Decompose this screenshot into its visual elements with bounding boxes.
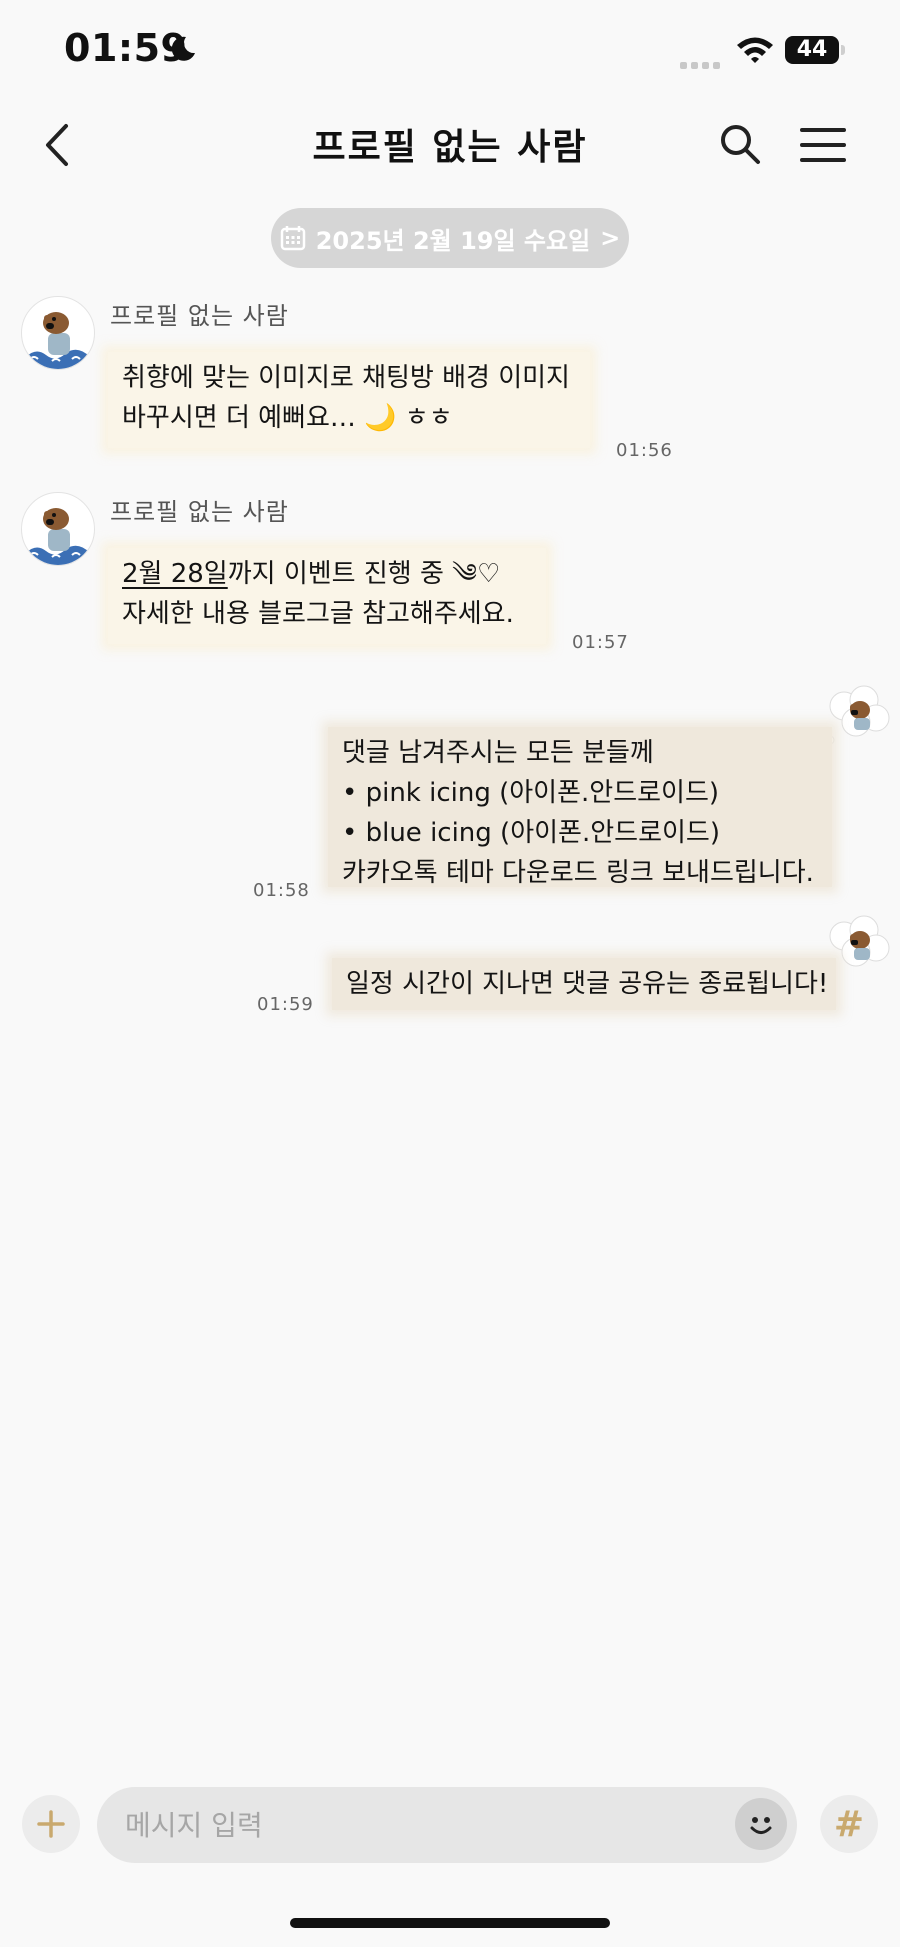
- calendar-icon: [280, 226, 305, 251]
- message-bubble[interactable]: 댓글 남겨주시는 모든 분들께 • pink icing (아이폰.안드로이드)…: [328, 727, 832, 888]
- battery-tip: [841, 45, 845, 55]
- message-line: 취향에 맞는 이미지로 채팅방 배경 이미지: [122, 363, 570, 393]
- chat-title: 프로필 없는 사람: [312, 127, 588, 168]
- message-line: • blue icing (아이폰.안드로이드): [342, 818, 720, 848]
- message-line: 댓글 남겨주시는 모든 분들께: [342, 738, 654, 768]
- menu-icon[interactable]: [800, 126, 846, 164]
- message-input-box[interactable]: [97, 1787, 797, 1863]
- wifi-icon: [737, 37, 773, 63]
- plus-icon: [37, 1810, 65, 1838]
- smiley-icon: [750, 1817, 772, 1834]
- avatar[interactable]: [21, 296, 95, 370]
- message-bubble[interactable]: 2월 28일까지 이벤트 진행 중 ༄♡ 자세한 내용 블로그글 참고해주세요.: [108, 548, 546, 644]
- event-date-link[interactable]: 2월 28일: [122, 559, 228, 589]
- message-line: • pink icing (아이폰.안드로이드): [342, 778, 720, 808]
- message-line: 일정 시간이 지나면 댓글 공유는 종료됩니다!: [346, 969, 829, 999]
- message-bubble[interactable]: 취향에 맞는 이미지로 채팅방 배경 이미지 바꾸시면 더 예뻐요… 🌙 ㅎㅎ: [108, 352, 590, 448]
- date-divider[interactable]: 2025년 2월 19일 수요일 >: [271, 208, 629, 268]
- message-line: 카카오톡 테마 다운로드 링크 보내드립니다.: [342, 858, 814, 888]
- sender-name: 프로필 없는 사람: [110, 498, 289, 526]
- cellular-signal-icon: [680, 54, 724, 73]
- message-line: 자세한 내용 블로그글 참고해주세요.: [122, 599, 514, 629]
- message-time: 01:57: [572, 632, 629, 653]
- capybara-avatar-icon: [26, 312, 90, 369]
- cloud-profile-icon[interactable]: [826, 684, 892, 746]
- capybara-avatar-icon: [26, 508, 90, 565]
- chevron-right-icon: >: [600, 224, 621, 252]
- date-label: 2025년 2월 19일 수요일: [315, 226, 591, 255]
- hashtag-search-button[interactable]: #: [820, 1795, 878, 1853]
- emoji-button[interactable]: [735, 1798, 787, 1850]
- message-time: 01:59: [257, 994, 314, 1015]
- battery-level: 44: [785, 36, 839, 64]
- sender-name: 프로필 없는 사람: [110, 302, 289, 330]
- search-icon[interactable]: [718, 122, 762, 166]
- message-line: 바꾸시면 더 예뻐요… 🌙 ㅎㅎ: [122, 403, 453, 433]
- message-bubble[interactable]: 일정 시간이 지나면 댓글 공유는 종료됩니다!: [332, 958, 836, 1010]
- avatar[interactable]: [21, 492, 95, 566]
- message-line: 2월 28일까지 이벤트 진행 중 ༄♡: [122, 559, 501, 589]
- attach-plus-button[interactable]: [22, 1795, 80, 1853]
- message-time: 01:58: [253, 880, 310, 901]
- moon-icon: [171, 36, 195, 61]
- home-indicator: [290, 1918, 610, 1928]
- message-input[interactable]: [123, 1807, 687, 1843]
- message-time: 01:56: [616, 440, 673, 461]
